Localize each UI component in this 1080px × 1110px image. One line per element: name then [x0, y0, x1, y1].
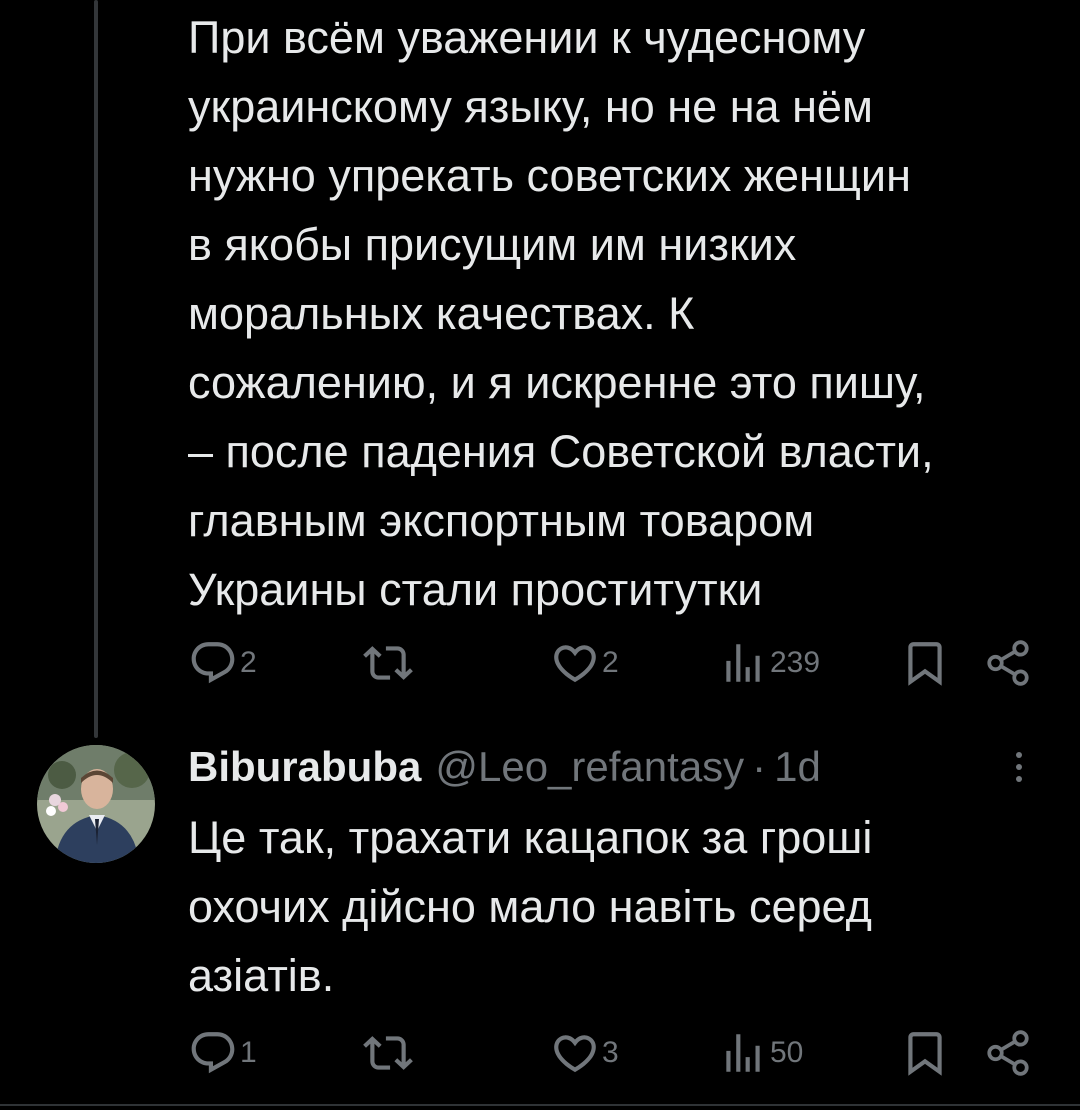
retweet-icon [363, 646, 413, 680]
retweet-icon [363, 1036, 413, 1070]
retweet-button[interactable] [363, 638, 415, 688]
separator-dot: · [752, 743, 767, 790]
tweet-divider [0, 1104, 1080, 1106]
like-count: 2 [602, 646, 619, 679]
reply-count: 2 [240, 646, 257, 679]
tweet-timestamp[interactable]: 1d [774, 743, 821, 791]
tweet-actions-bar: 1 3 50 [188, 1028, 1029, 1078]
bookmark-button[interactable] [900, 1028, 950, 1078]
bookmark-icon [908, 642, 942, 686]
avatar[interactable] [37, 745, 155, 863]
display-name[interactable]: Biburabuba [188, 743, 421, 791]
share-button[interactable] [983, 638, 1033, 688]
views-count: 50 [770, 1036, 804, 1069]
retweet-button[interactable] [363, 1028, 415, 1078]
views-count: 239 [770, 646, 821, 679]
like-button[interactable]: 2 [550, 638, 619, 688]
reply-button[interactable]: 2 [188, 638, 257, 688]
views-button[interactable]: 50 [718, 1028, 803, 1078]
reply-icon [191, 1032, 235, 1074]
heart-icon [554, 645, 596, 683]
thread-connector-line [94, 0, 98, 738]
share-icon [987, 640, 1029, 686]
reply-count: 1 [240, 1036, 257, 1069]
tweet-header: Biburabuba @Leo_refantasy · 1d [188, 738, 821, 796]
tweet-text: При всём уважении к чудесному украинском… [188, 12, 934, 615]
views-button[interactable]: 239 [718, 638, 820, 688]
bookmark-button[interactable] [900, 638, 950, 688]
share-button[interactable] [983, 1028, 1033, 1078]
reply-button[interactable]: 1 [188, 1028, 257, 1078]
more-options-icon [1016, 752, 1022, 782]
views-icon [726, 1034, 760, 1072]
heart-icon [554, 1035, 596, 1073]
views-icon [726, 644, 760, 682]
like-button[interactable]: 3 [550, 1028, 619, 1078]
reply-icon [191, 642, 235, 684]
more-options-button[interactable] [1004, 742, 1034, 792]
like-count: 3 [602, 1036, 619, 1069]
tweet-text: Це так, трахати кацапок за гроші охочих … [188, 812, 873, 1001]
user-handle[interactable]: @Leo_refantasy [435, 743, 744, 791]
share-icon [987, 1030, 1029, 1076]
bookmark-icon [908, 1032, 942, 1076]
tweet-actions-bar: 2 2 239 [188, 638, 1029, 688]
avatar-photo [37, 745, 155, 863]
